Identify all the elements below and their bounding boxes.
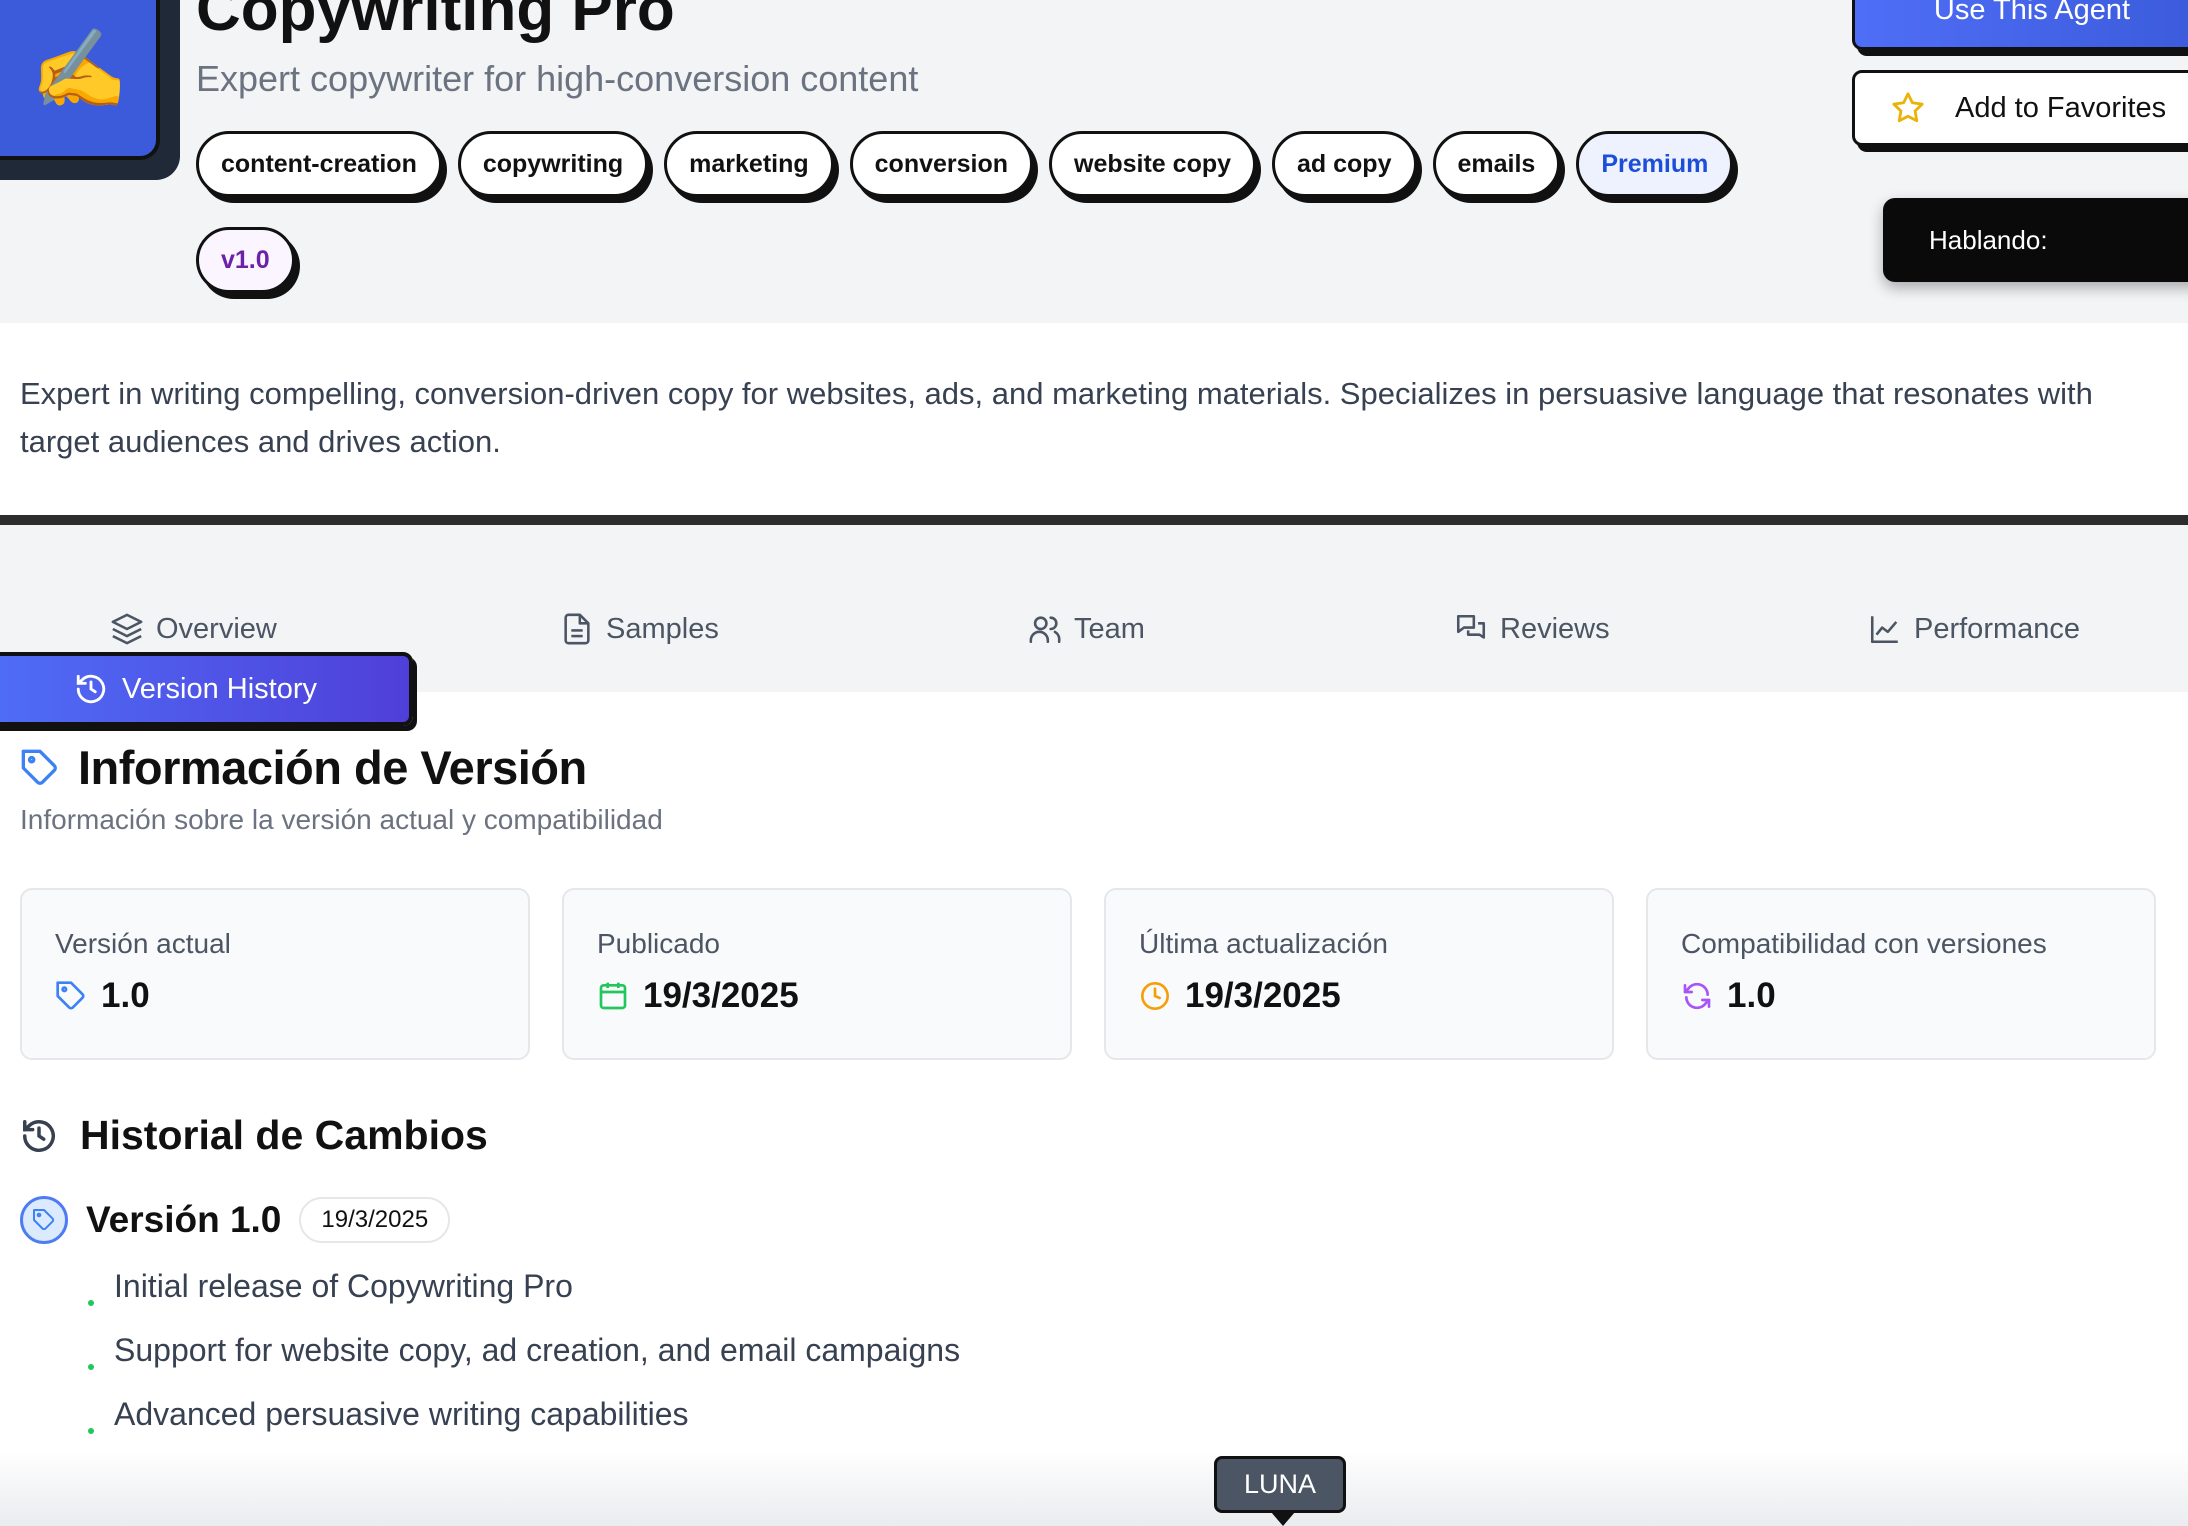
calendar-icon	[599, 982, 627, 1010]
version-tag-icon	[20, 1196, 68, 1244]
file-text-icon	[564, 613, 590, 645]
version-info-subtitle: Información sobre la versión actual y co…	[20, 804, 663, 835]
tag-copywriting[interactable]: copywriting	[457, 131, 649, 197]
current-version-card: Versión actual 1.0	[20, 888, 530, 1060]
clock-icon	[1141, 982, 1169, 1010]
card-value: 19/3/2025	[1139, 976, 1341, 1016]
tag-icon	[56, 981, 85, 1010]
last-updated-card: Última actualización 19/3/2025	[1104, 888, 1614, 1060]
tab-version-history-label: Version History	[122, 672, 318, 705]
users-icon	[1029, 616, 1061, 644]
version-entry-header: Versión 1.0 19/3/2025	[20, 1196, 451, 1244]
tag-marketing[interactable]: marketing	[664, 131, 834, 197]
tab-performance[interactable]: Performance	[1868, 587, 2080, 671]
agent-subtitle: Expert copywriter for high-conversion co…	[196, 58, 919, 99]
change-history-heading: Historial de Cambios	[20, 1112, 488, 1159]
last-updated-value: 19/3/2025	[1185, 976, 1341, 1015]
layers-icon	[111, 613, 143, 645]
tab-team-label: Team	[1074, 612, 1145, 645]
bottom-fade	[0, 1450, 2188, 1526]
writing-hand-icon: ✍️	[30, 24, 128, 115]
use-agent-button[interactable]: Use This Agent	[1852, 0, 2188, 50]
card-label: Versión actual	[55, 928, 231, 959]
compatibility-card: Compatibilidad con versiones 1.0	[1646, 888, 2156, 1060]
agent-title: Copywriting Pro	[196, 0, 675, 44]
tab-samples[interactable]: Samples	[560, 587, 719, 671]
card-label: Publicado	[597, 928, 720, 959]
tag-content-creation[interactable]: content-creation	[196, 131, 442, 197]
version-entry-title: Versión 1.0	[86, 1199, 282, 1240]
version-badge: v1.0	[196, 227, 295, 293]
agent-avatar: ✍️	[0, 0, 160, 160]
current-version-value: 1.0	[101, 976, 150, 1015]
card-label: Compatibilidad con versiones	[1681, 928, 2047, 959]
tab-overview-label: Overview	[156, 612, 277, 645]
star-icon	[1892, 92, 1924, 123]
tag-conversion[interactable]: conversion	[849, 131, 1034, 197]
tag-list: content-creation copywriting marketing c…	[196, 131, 1756, 293]
version-entry-date: 19/3/2025	[299, 1197, 451, 1243]
history-icon	[23, 1119, 55, 1152]
tag-ad-copy[interactable]: ad copy	[1272, 131, 1417, 197]
card-value: 1.0	[55, 976, 150, 1016]
tag-emails[interactable]: emails	[1432, 131, 1561, 197]
compatibility-value: 1.0	[1727, 976, 1776, 1015]
change-item: Initial release of Copywriting Pro	[86, 1268, 960, 1332]
published-date-value: 19/3/2025	[643, 976, 799, 1015]
tag-website-copy[interactable]: website copy	[1049, 131, 1257, 197]
tab-bar: Overview Samples Team Reviews Performanc…	[0, 525, 2188, 726]
assistant-tooltip[interactable]: LUNA	[1214, 1456, 1346, 1526]
change-item: Support for website copy, ad creation, a…	[86, 1332, 960, 1396]
card-value: 19/3/2025	[597, 976, 799, 1016]
tab-team[interactable]: Team	[1028, 587, 1145, 671]
add-to-favorites-label: Add to Favorites	[1955, 91, 2167, 124]
history-icon	[76, 674, 106, 704]
published-card: Publicado 19/3/2025	[562, 888, 1072, 1060]
line-chart-icon	[1870, 616, 1898, 644]
tab-version-history[interactable]: Version History	[0, 652, 413, 726]
speaking-indicator: Hablando:	[1883, 198, 2188, 282]
refresh-icon	[1683, 982, 1711, 1010]
tab-reviews[interactable]: Reviews	[1454, 587, 1610, 671]
messages-icon	[1456, 614, 1486, 639]
change-list: Initial release of Copywriting Pro Suppo…	[86, 1268, 960, 1460]
agent-description: Expert in writing compelling, conversion…	[20, 376, 2093, 459]
tag-icon	[21, 749, 57, 785]
tab-reviews-label: Reviews	[1500, 612, 1610, 645]
agent-header: ✍️ Copywriting Pro Expert copywriter for…	[0, 0, 2188, 323]
card-value: 1.0	[1681, 976, 1776, 1016]
version-info-title: Información de Versión	[78, 741, 587, 794]
add-to-favorites-button[interactable]: Add to Favorites	[1852, 70, 2188, 146]
change-history-title: Historial de Cambios	[80, 1112, 488, 1158]
section-divider	[0, 515, 2188, 525]
tab-samples-label: Samples	[606, 612, 719, 645]
card-label: Última actualización	[1139, 928, 1388, 959]
tab-performance-label: Performance	[1914, 612, 2081, 645]
version-info-heading: Información de Versión	[20, 740, 587, 795]
premium-badge: Premium	[1576, 131, 1734, 197]
